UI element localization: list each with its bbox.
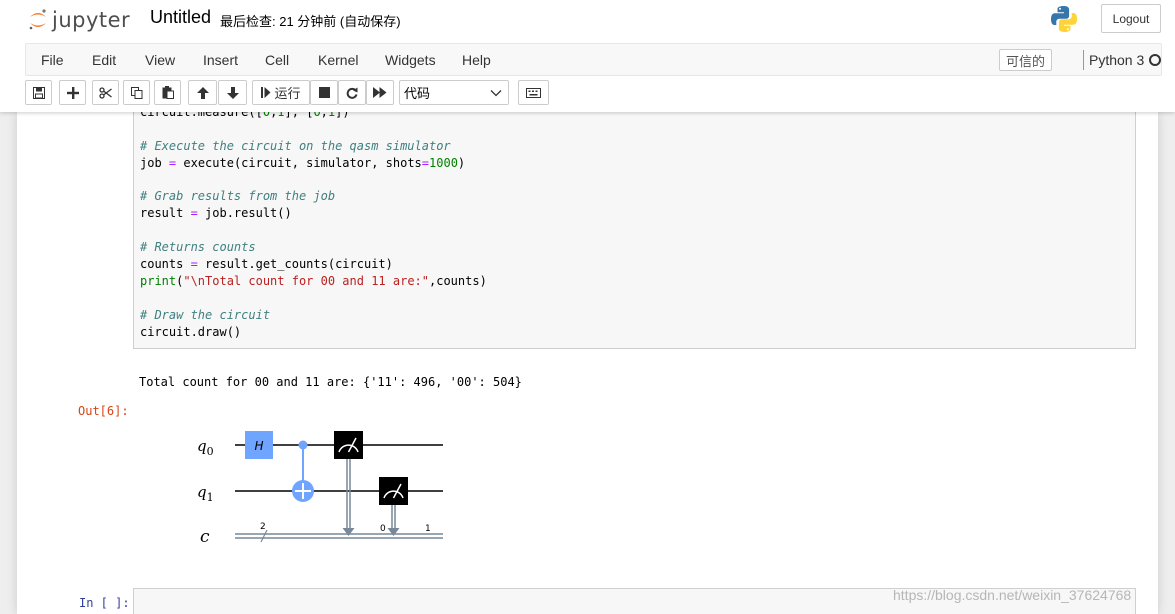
run-label: 运行 [274, 86, 301, 101]
code-line-11: print("\nTotal count for 00 and 11 are:"… [140, 274, 487, 288]
code-line-13: # Draw the circuit [140, 308, 271, 322]
measure1-arrow [387, 528, 400, 536]
out-prompt: Out[6]: [78, 404, 129, 418]
kernel-idle-icon [1149, 54, 1161, 66]
copy-icon [130, 86, 142, 99]
command-palette-button[interactable] [518, 80, 549, 105]
in-prompt: In [ ]: [79, 596, 130, 610]
quantum-circuit-diagram: q0 q1 c 2 H 0 1 [197, 431, 443, 547]
menu-edit[interactable]: Edit [92, 52, 116, 68]
chevron-down-icon [490, 90, 502, 97]
kernel-name: Python 3 [1089, 52, 1145, 68]
menu-help[interactable]: Help [462, 52, 491, 68]
stdout-output: Total count for 00 and 11 are: {'11': 49… [139, 375, 522, 389]
move-down-button[interactable] [218, 80, 247, 105]
watermark-text: https://blog.csdn.net/weixin_37624768 [893, 587, 1132, 603]
logout-button[interactable]: Logout [1101, 4, 1161, 33]
jupyter-orbit-icon [29, 9, 46, 30]
q0-label: q0 [197, 437, 214, 458]
cnot-control [298, 440, 308, 450]
classical-register-label: c [200, 527, 210, 547]
kernel-separator [1083, 50, 1084, 70]
menu-file[interactable]: File [41, 52, 64, 68]
code-line-4: job = execute(circuit, simulator, shots=… [140, 156, 466, 170]
measure1-bit-label: 1 [425, 524, 431, 534]
arrow-down-icon [226, 86, 239, 99]
restart-run-all-button[interactable] [366, 80, 394, 105]
arrow-up-icon [196, 86, 209, 99]
notebook-header: jupyter Untitled 最后检查: 21 分钟前 (自动保存) Log… [0, 0, 1175, 112]
code-line-9: # Returns counts [140, 240, 256, 254]
save-button[interactable] [25, 80, 52, 105]
save-status: 最后检查: 21 分钟前 (自动保存) [220, 14, 401, 29]
refresh-icon [346, 87, 358, 99]
q1-label: q1 [197, 483, 214, 504]
cell-type-select[interactable]: 代码 [399, 80, 509, 105]
step-forward-icon [261, 87, 271, 98]
code-line-3: # Execute the circuit on the qasm simula… [140, 139, 451, 153]
code-line-10: counts = result.get_counts(circuit) [140, 257, 393, 271]
code-cell-input[interactable]: circuit.measure([0,1], [0,1]) # Execute … [133, 112, 1136, 349]
menu-widgets[interactable]: Widgets [385, 52, 436, 68]
code-line-14: circuit.draw() [140, 325, 242, 339]
fast-forward-icon [373, 87, 387, 98]
cell-type-value: 代码 [404, 86, 431, 101]
jupyter-logo[interactable]: jupyter [28, 6, 130, 34]
clipboard-icon [162, 86, 174, 99]
stop-icon [318, 87, 330, 98]
notebook-container: circuit.measure([0,1], [0,1]) # Execute … [17, 112, 1158, 614]
code-line-6: # Grab results from the job [140, 189, 336, 203]
register-width-label: 2 [260, 522, 266, 532]
run-button[interactable]: 运行 [252, 80, 310, 105]
menu-insert[interactable]: Insert [203, 52, 238, 68]
paste-button[interactable] [154, 80, 181, 105]
cut-button[interactable] [92, 80, 119, 105]
floppy-icon [32, 86, 45, 99]
plus-icon [66, 86, 79, 99]
interrupt-button[interactable] [310, 80, 338, 105]
measure0-arrow [342, 528, 355, 536]
copy-button[interactable] [123, 80, 150, 105]
insert-cell-button[interactable] [59, 80, 86, 105]
code-line-7: result = job.result() [140, 206, 292, 220]
move-up-button[interactable] [188, 80, 217, 105]
scissors-icon [99, 86, 112, 99]
measure0-bit-label: 0 [380, 524, 386, 534]
menu-cell[interactable]: Cell [265, 52, 289, 68]
h-gate-label: H [254, 439, 263, 453]
notebook-title[interactable]: Untitled [150, 7, 211, 28]
python-logo-icon [1051, 6, 1077, 32]
menu-kernel[interactable]: Kernel [318, 52, 358, 68]
jupyter-wordmark: jupyter [52, 8, 131, 32]
trusted-indicator[interactable]: 可信的 [999, 49, 1053, 71]
menu-view[interactable]: View [145, 52, 175, 68]
restart-button[interactable] [338, 80, 366, 105]
code-line-1: circuit.measure([0,1], [0,1]) [140, 112, 350, 119]
menubar: File Edit View Insert Cell Kernel Widget… [25, 43, 1162, 76]
keyboard-icon [526, 87, 541, 98]
